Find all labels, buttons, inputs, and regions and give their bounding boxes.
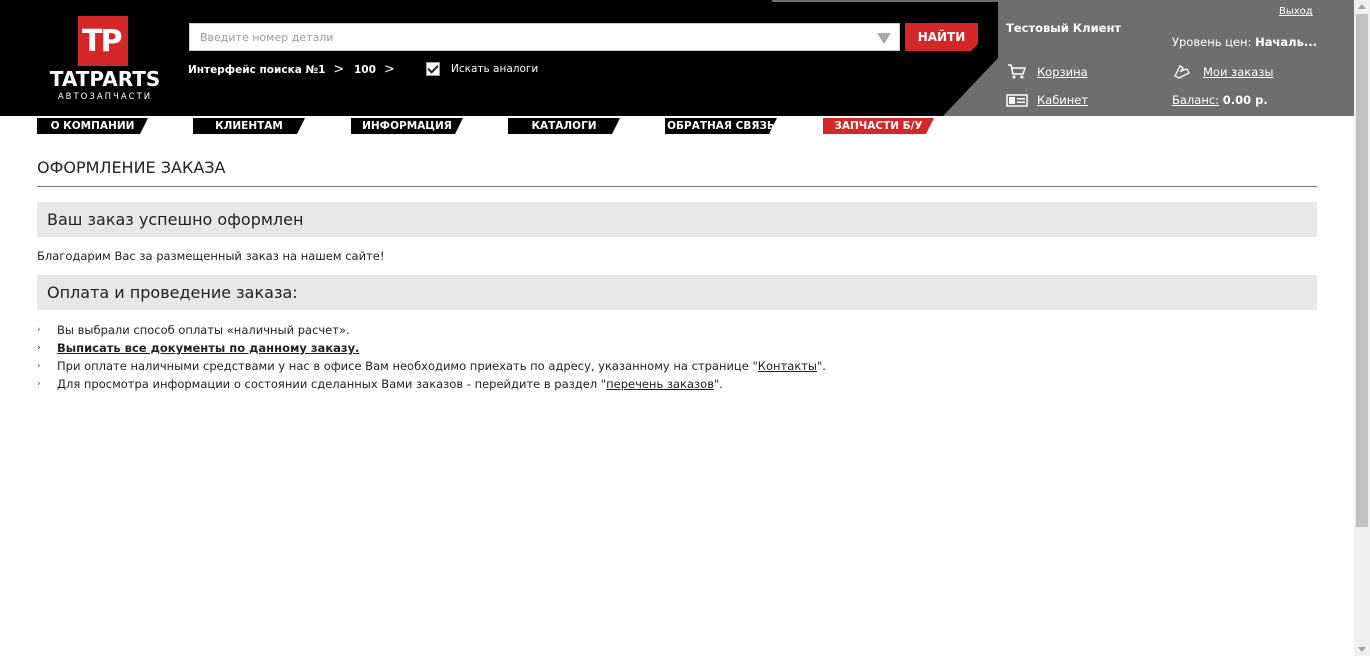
list-item: › Для просмотра информации о состоянии сд… — [37, 375, 826, 393]
scroll-thumb[interactable] — [1356, 14, 1368, 527]
cabinet-icon — [1006, 94, 1028, 107]
nav-about[interactable]: О КОМПАНИИ — [37, 118, 148, 134]
bullet-icon: › — [37, 379, 41, 389]
payment-heading: Оплата и проведение заказа: — [37, 275, 1317, 310]
balance-value: 0.00 р. — [1222, 93, 1268, 107]
logo-name: TATPARTS — [49, 67, 161, 91]
search-button[interactable]: НАЙТИ — [905, 23, 978, 51]
price-level-value: Началь... — [1255, 35, 1317, 49]
chevron-right-icon: > — [383, 62, 395, 77]
nav-clients[interactable]: КЛИЕНТАМ — [193, 118, 305, 134]
logout-link[interactable]: Выход — [1279, 6, 1313, 17]
list-item-text: При оплате наличными средствами у нас в … — [57, 359, 758, 373]
payment-info-list: › Вы выбрали способ оплаты «наличный расч… — [37, 321, 826, 393]
list-item: › Выписать все документы по данному заказ… — [37, 339, 826, 357]
page-title: ОФОРМЛЕНИЕ ЗАКАЗА — [37, 158, 226, 177]
price-level: Уровень цен: Началь... — [1172, 35, 1317, 49]
results-count-selector[interactable]: 100 > — [354, 62, 395, 77]
orders-list-link[interactable]: перечень заказов — [606, 377, 714, 391]
list-item-text: ". — [816, 359, 826, 373]
scroll-down-icon[interactable] — [1358, 647, 1366, 652]
bullet-icon: › — [37, 343, 41, 353]
search-interface-selector[interactable]: Интерфейс поиска №1 > — [188, 62, 344, 77]
price-level-label: Уровень цен: — [1172, 35, 1252, 49]
list-item-text: ". — [713, 377, 723, 391]
balance: Баланс: 0.00 р. — [1172, 93, 1268, 107]
cabinet-link[interactable]: Кабинет — [1037, 93, 1088, 107]
cart-icon — [1008, 64, 1027, 79]
search-interface-label: Интерфейс поиска №1 — [188, 64, 326, 76]
nav-catalogs[interactable]: КАТАЛОГИ — [508, 118, 620, 134]
search-history-dropdown-icon[interactable] — [877, 33, 891, 44]
print-documents-link[interactable]: Выписать все документы по данному заказу… — [57, 341, 359, 355]
logo-badge: TP — [78, 16, 128, 66]
contacts-link[interactable]: Контакты — [758, 359, 817, 373]
list-item-text: Вы выбрали способ оплаты «наличный расче… — [57, 323, 350, 337]
site-logo[interactable]: TP TATPARTS АВТОЗАПЧАСТИ — [38, 14, 172, 104]
logo-tagline: АВТОЗАПЧАСТИ — [57, 92, 153, 102]
success-heading: Ваш заказ успешно оформлен — [37, 202, 1317, 237]
orders-icon — [1174, 65, 1190, 79]
search-analogs-label[interactable]: Искать аналоги — [451, 63, 538, 75]
thanks-text: Благодарим Вас за размещенный заказ на н… — [37, 249, 385, 263]
my-orders-link[interactable]: Мои заказы — [1203, 65, 1273, 79]
scroll-up-icon[interactable] — [1358, 4, 1366, 9]
results-count-label: 100 — [354, 64, 376, 76]
balance-link[interactable]: Баланс: — [1172, 93, 1219, 107]
list-item-text: Для просмотра информации о состоянии сде… — [57, 377, 607, 391]
chevron-right-icon: > — [333, 62, 345, 77]
bullet-icon: › — [37, 325, 41, 335]
nav-information[interactable]: ИНФОРМАЦИЯ — [351, 118, 463, 134]
part-number-input[interactable] — [190, 24, 899, 50]
cart-link[interactable]: Корзина — [1037, 65, 1088, 79]
title-divider — [37, 186, 1317, 187]
logo-mark: TP — [82, 24, 122, 59]
vertical-scrollbar[interactable] — [1354, 0, 1370, 656]
header-top-accent — [772, 0, 998, 2]
nav-used-parts[interactable]: ЗАПЧАСТИ Б/У — [823, 118, 934, 134]
list-item: › При оплате наличными средствами у нас в… — [37, 357, 826, 375]
search-analogs-checkbox[interactable] — [426, 62, 440, 76]
nav-feedback[interactable]: ОБРАТНАЯ СВЯЗЬ — [665, 118, 777, 134]
user-name: Тестовый Клиент — [1006, 21, 1122, 35]
list-item: › Вы выбрали способ оплаты «наличный расч… — [37, 321, 826, 339]
user-panel — [943, 0, 1354, 116]
bullet-icon: › — [37, 361, 41, 371]
search-input-wrapper — [189, 23, 900, 51]
